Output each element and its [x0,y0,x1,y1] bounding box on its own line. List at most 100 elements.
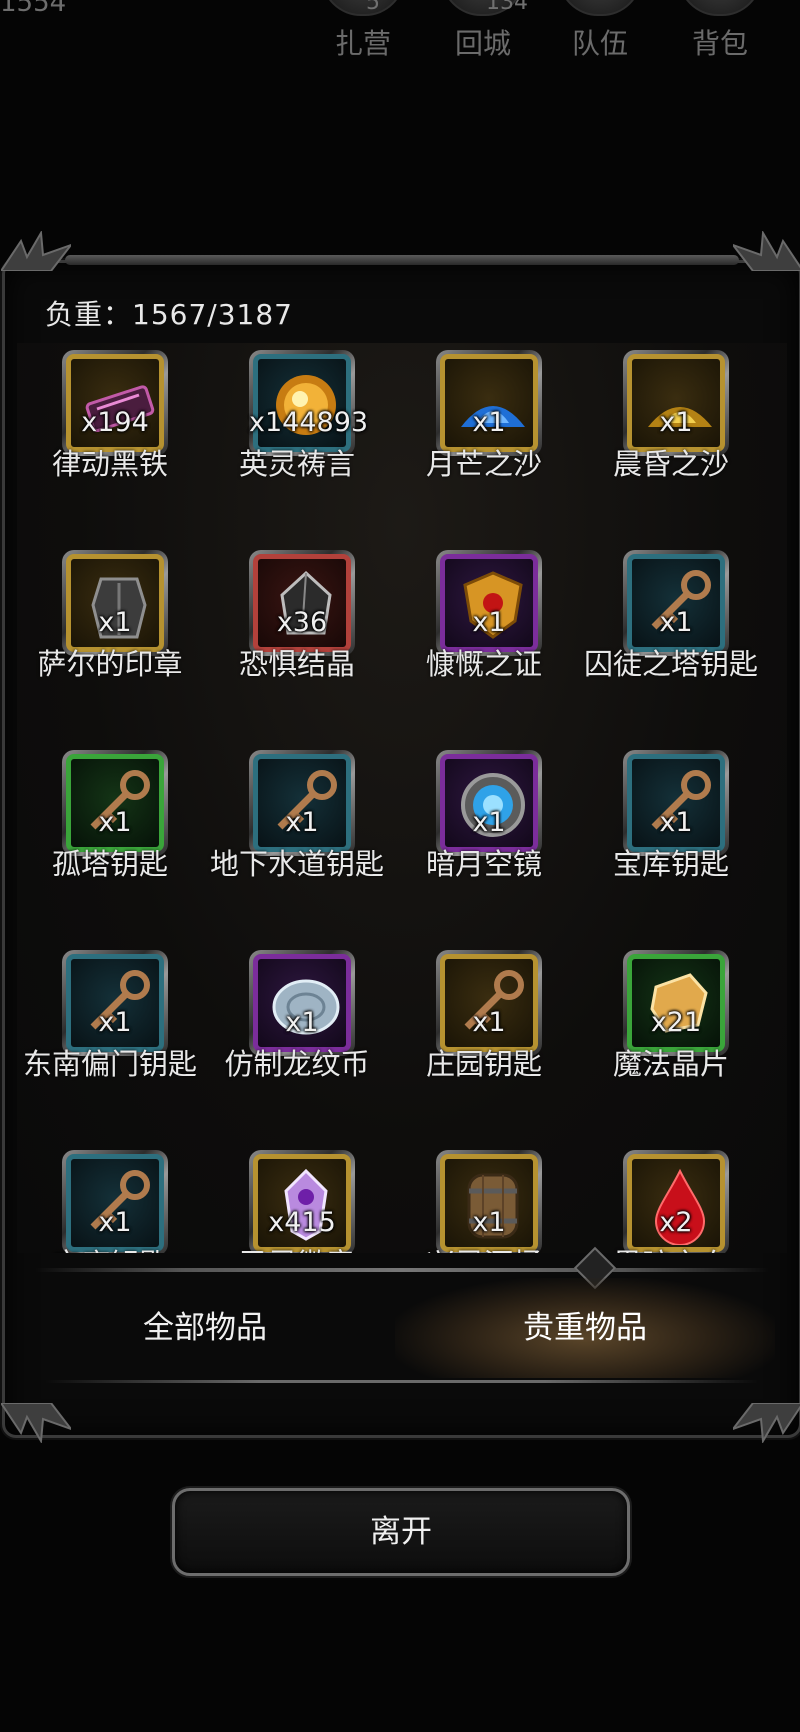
inventory-item[interactable]: x1 地下水道钥匙 [204,745,390,945]
item-name: 宝库钥匙 [612,847,729,881]
item-name: 兴灵酒桶 [391,1245,577,1253]
item-quantity: x1 [659,407,693,438]
item-slot[interactable] [623,350,729,456]
thorn-ornament-icon [733,231,800,271]
item-grid[interactable]: x194 律动黑铁 x144893 英灵祷言 x1 月芒之沙 x1 晨昏之沙 x1 萨尔的印章 x3… [17,343,787,1253]
item-quantity: x2 [659,1207,693,1238]
item-name: 英灵祷言 [238,447,355,481]
inventory-item[interactable]: x21 魔法晶片 [578,945,764,1145]
backpack-icon [678,0,762,16]
item-quantity: x36 [276,607,328,638]
item-quantity: x1 [472,807,506,838]
tab-divider [35,1268,769,1272]
inventory-item[interactable]: x1 囚徒之塔钥匙 [578,545,764,745]
item-name: 律动黑铁 [51,447,168,481]
item-name: 囚徒之塔钥匙 [583,647,758,681]
return-town-button[interactable]: 134 回城 [428,0,538,70]
item-quantity: x1 [98,807,132,838]
town-badge: 134 [486,0,528,15]
item-slot[interactable] [436,750,542,856]
item-quantity: x1 [98,1207,132,1238]
item-quantity: x1 [472,1207,506,1238]
inventory-item[interactable]: x1 慷慨之证 [391,545,577,745]
team-button[interactable]: 队伍 [545,0,655,70]
item-quantity: x144893 [249,407,369,438]
camp-badge: 5 [366,0,380,15]
top-counter: 1554 [0,0,67,18]
inventory-item[interactable]: x415 圣灵徽章 [204,1145,390,1253]
item-slot[interactable] [62,750,168,856]
inventory-item[interactable]: x1 宝库钥匙 [17,1145,203,1253]
inventory-item[interactable]: x2 黑暗之血 [578,1145,764,1253]
inventory-item[interactable]: x1 仿制龙纹币 [204,945,390,1145]
leave-button[interactable]: 离开 [172,1488,630,1576]
camp-icon [321,0,405,16]
inventory-item[interactable]: x1 晨昏之沙 [578,345,764,545]
inventory-item[interactable]: x194 律动黑铁 [17,345,203,545]
inventory-panel: 负重：1567/3187 x194 律动黑铁 x144893 英灵祷言 x1 月芒之沙 x1… [1,231,800,1443]
backpack-button[interactable]: 背包 [665,0,775,70]
inventory-item[interactable]: x36 恐惧结晶 [204,545,390,745]
item-slot[interactable] [436,350,542,456]
item-name: 萨尔的印章 [37,647,183,681]
item-slot[interactable] [249,550,355,656]
team-label: 队伍 [571,27,628,60]
item-name: 宝库钥匙 [17,1245,203,1253]
item-quantity: x1 [472,1007,506,1038]
item-slot[interactable] [249,350,355,456]
item-name: 晨昏之沙 [612,447,729,481]
inventory-item[interactable]: x1 东南偏门钥匙 [17,945,203,1145]
item-quantity: x1 [659,607,693,638]
thorn-ornament-icon [1,231,71,271]
item-slot[interactable] [623,550,729,656]
tab-all-items[interactable]: 全部物品 [15,1278,395,1378]
item-slot[interactable] [249,950,355,1056]
item-name: 月芒之沙 [425,447,542,481]
camp-button[interactable]: 5 扎营 [308,0,418,70]
item-name: 圣灵徽章 [204,1245,390,1253]
tab-valuable-items[interactable]: 贵重物品 [395,1278,775,1378]
item-name: 黑暗之血 [578,1245,764,1253]
item-name: 东南偏门钥匙 [22,1047,197,1081]
inventory-item[interactable]: x1 萨尔的印章 [17,545,203,745]
inventory-item[interactable]: x1 月芒之沙 [391,345,577,545]
inventory-item[interactable]: x1 庄园钥匙 [391,945,577,1145]
item-slot[interactable] [623,950,729,1056]
top-menu: 1554 5 扎营 134 回城 队伍 背包 [0,0,800,70]
item-slot[interactable] [62,550,168,656]
camp-label: 扎营 [334,27,391,60]
item-quantity: x21 [650,1007,702,1038]
item-name: 孤塔钥匙 [51,847,168,881]
backpack-label: 背包 [691,27,748,60]
return-town-label: 回城 [454,27,511,60]
item-slot[interactable] [62,350,168,456]
item-name: 仿制龙纹币 [224,1047,370,1081]
item-slot[interactable] [623,750,729,856]
item-slot[interactable] [62,950,168,1056]
inventory-item[interactable]: x144893 英灵祷言 [204,345,390,545]
inventory-item[interactable]: x1 孤塔钥匙 [17,745,203,945]
thorn-ornament-icon [1,1403,71,1443]
item-name: 暗月空镜 [425,847,542,881]
item-name: 地下水道钥匙 [209,847,384,881]
tab-bar: 全部物品 贵重物品 [15,1278,789,1378]
item-quantity: x1 [472,607,506,638]
item-name: 庄园钥匙 [425,1047,542,1081]
item-quantity: x1 [659,807,693,838]
inventory-item[interactable]: x1 宝库钥匙 [578,745,764,945]
inventory-item[interactable]: x1 暗月空镜 [391,745,577,945]
item-quantity: x415 [268,1207,336,1238]
item-name: 恐惧结晶 [238,647,355,681]
item-slot[interactable] [436,950,542,1056]
item-quantity: x1 [285,807,319,838]
item-quantity: x1 [98,607,132,638]
weight-label: 负重：1567/3187 [45,298,293,331]
item-quantity: x1 [472,407,506,438]
item-slot[interactable] [249,750,355,856]
item-quantity: x194 [81,407,149,438]
inventory-item[interactable]: x1 兴灵酒桶 [391,1145,577,1253]
item-quantity: x1 [98,1007,132,1038]
thorn-ornament-icon [733,1403,800,1443]
item-slot[interactable] [436,550,542,656]
item-name: 慷慨之证 [425,647,542,681]
